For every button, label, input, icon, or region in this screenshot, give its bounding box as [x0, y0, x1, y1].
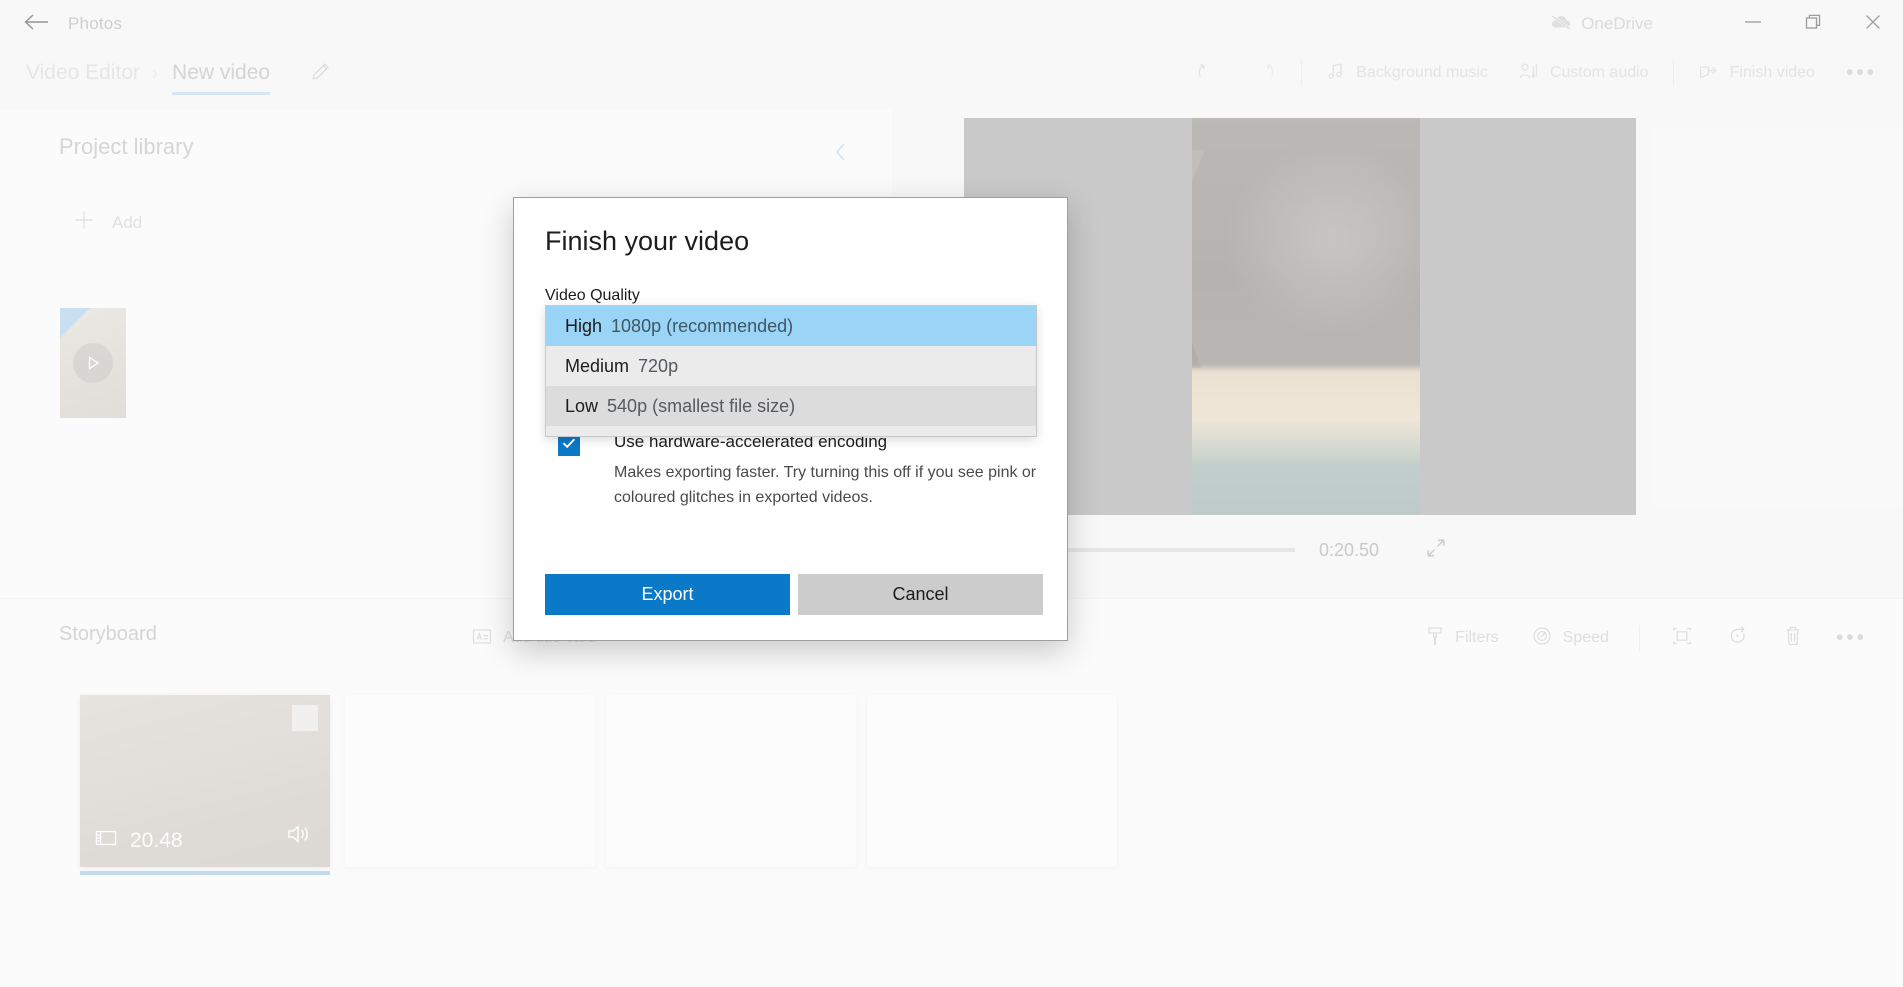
dialog-title: Finish your video [545, 226, 750, 256]
checkmark-icon [561, 436, 577, 455]
hardware-encoding-description: Makes exporting faster. Try turning this… [614, 464, 1037, 506]
dialog-buttons: Export Cancel [545, 574, 1043, 615]
quality-option-medium[interactable]: Medium 720p [546, 346, 1036, 386]
quality-option-low[interactable]: Low 540p (smallest file size) [546, 386, 1036, 426]
hardware-encoding-checkbox[interactable] [558, 434, 580, 456]
quality-option-detail: 540p (smallest file size) [607, 395, 796, 416]
quality-option-high[interactable]: High 1080p (recommended) [546, 306, 1036, 346]
quality-option-detail: 720p [638, 355, 679, 376]
quality-option-name: High [565, 315, 603, 336]
quality-option-name: Medium [565, 355, 630, 376]
quality-option-name: Low [565, 395, 599, 416]
photos-video-editor-window: Photos OneDrive [0, 0, 1903, 987]
video-quality-dropdown: High 1080p (recommended) Medium 720p Low… [545, 305, 1037, 437]
cancel-button[interactable]: Cancel [798, 574, 1043, 615]
quality-option-detail: 1080p (recommended) [611, 315, 794, 336]
video-quality-label: Video Quality [545, 287, 640, 304]
export-button[interactable]: Export [545, 574, 790, 615]
